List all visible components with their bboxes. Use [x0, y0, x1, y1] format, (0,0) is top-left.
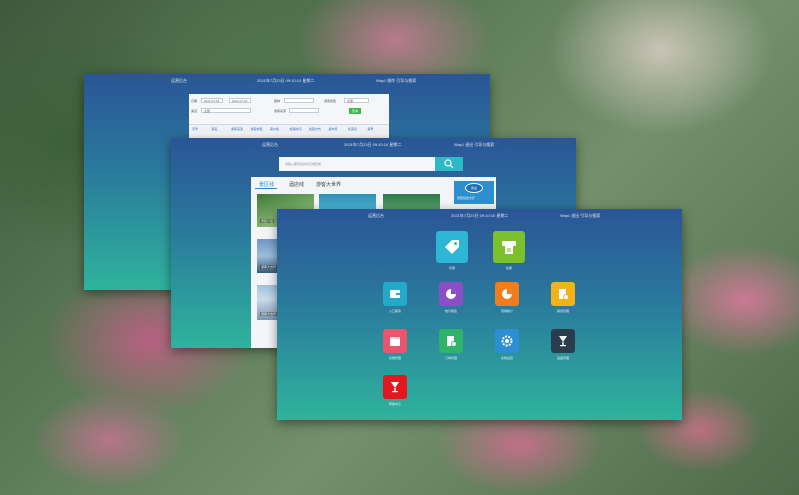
tile-label: 帮助中心	[388, 402, 401, 406]
query-form: 日期 2021-07-01 2021-07-31 票种 游客类型 全部 渠道 全…	[189, 94, 389, 140]
tile-ticket-sale[interactable]: 售票	[432, 231, 472, 270]
table-header: 序号 票名 游客来源 游客类型 票价格 检票时间 检票方式 操作员 售票员 票号	[189, 124, 389, 132]
search-input[interactable]: 请输入要查找的景点或套餐	[279, 157, 435, 171]
brand-title: 运营后台	[368, 213, 384, 218]
tile-help[interactable]: 帮助中心	[375, 375, 415, 406]
ticket-machine-icon	[493, 231, 525, 263]
cup-icon	[383, 375, 407, 399]
tile-ticket-check[interactable]: 检票	[489, 231, 529, 270]
visitor-type-label: 游客类型	[324, 99, 337, 103]
active-tab-indicator	[255, 188, 277, 189]
clock-text: 2021年7月23日 09:10:10 星期二	[451, 213, 509, 218]
tile-marketing[interactable]: 营销统计	[487, 282, 527, 313]
top-bar: 运营后台 2021年7月23日 09:10:10 星期二 Way1 退出 引导与…	[171, 138, 576, 150]
tile-orders[interactable]: 订单管理	[431, 329, 471, 360]
visitor-type-select[interactable]: 全部	[344, 98, 369, 103]
channel-select[interactable]: 全部	[201, 108, 251, 113]
column-header[interactable]: 游客类型	[251, 127, 263, 131]
welcome-badge[interactable]: 欢迎 景区综合大厅	[454, 181, 494, 204]
source-label: 游客来源	[274, 109, 287, 113]
tile-reports[interactable]: 统计报表	[431, 282, 471, 313]
brand-title: 运营后台	[171, 78, 187, 83]
tile-label: 营销统计	[500, 309, 513, 313]
tile-label: 系统设置	[500, 356, 513, 360]
user-menu[interactable]: Way1 退出 引导与搜索	[560, 213, 600, 219]
dashboard-window: 运营后台 2021年7月23日 09:10:10 星期二 Way1 退出 引导与…	[277, 209, 682, 420]
column-header[interactable]: 游客来源	[231, 127, 243, 131]
column-header[interactable]: 序号	[192, 127, 198, 131]
thumbnail-caption: 游客大世界	[260, 312, 278, 316]
search-placeholder: 请输入要查找的景点或套餐	[285, 162, 322, 166]
tag-icon	[436, 231, 468, 263]
tile-system-manage[interactable]: 系统管理	[375, 329, 415, 360]
column-header[interactable]: 票价格	[270, 127, 279, 131]
document-settings-icon	[551, 282, 575, 306]
tile-label: 设备管理	[556, 356, 569, 360]
pie-chart-icon	[495, 282, 519, 306]
thumbnail-caption: 景区介绍	[260, 219, 275, 223]
column-header[interactable]: 检票方式	[309, 127, 321, 131]
clock-text: 2021年7月23日 09:10:10 星期二	[257, 78, 315, 83]
column-header[interactable]: 售票员	[348, 127, 357, 131]
wallet-icon	[383, 282, 407, 306]
tab-world[interactable]: 游客大世界	[316, 181, 341, 188]
tile-label: 统计报表	[444, 309, 457, 313]
gear-icon	[495, 329, 519, 353]
source-input[interactable]	[289, 108, 319, 113]
brand-title: 运营后台	[262, 142, 278, 147]
tab-hotel[interactable]: 酒店线	[289, 181, 304, 188]
ticket-type-input[interactable]	[284, 98, 314, 103]
date-to-input[interactable]: 2021-07-31	[229, 98, 251, 103]
tile-settings[interactable]: 系统设置	[487, 329, 527, 360]
date-label: 日期	[191, 99, 198, 103]
tab-scenic[interactable]: 景区线	[259, 181, 274, 188]
top-bar: 运营后台 2021年7月23日 09:10:10 星期二 Way1 退出 引导与…	[277, 209, 682, 221]
tile-label: 订单管理	[444, 356, 457, 360]
user-menu[interactable]: Way1 退出 引导与搜索	[454, 142, 494, 148]
column-header[interactable]: 检票时间	[290, 127, 302, 131]
column-header[interactable]: 操作员	[329, 127, 338, 131]
cup-icon	[551, 329, 575, 353]
column-header[interactable]: 票名	[212, 127, 218, 131]
user-menu[interactable]: Way1 操作 引导与搜索	[376, 78, 416, 84]
ticket-type-label: 票种	[274, 99, 281, 103]
document-settings-icon	[439, 329, 463, 353]
tile-label: 系统管理	[388, 356, 401, 360]
tile-label: 入口票务	[388, 309, 401, 313]
tile-label: 检票	[505, 266, 512, 270]
date-from-input[interactable]: 2021-07-01	[201, 98, 223, 103]
tile-entrance[interactable]: 入口票务	[375, 282, 415, 313]
search-button[interactable]	[435, 157, 463, 171]
search-button[interactable]: 查询	[349, 108, 361, 114]
badge-text: 景区综合大厅	[457, 196, 476, 200]
thumbnail-caption: 游客大世界	[260, 265, 278, 269]
top-bar: 运营后台 2021年7月23日 09:10:10 星期二 Way1 操作 引导与…	[84, 74, 490, 86]
welcome-logo: 欢迎	[465, 183, 483, 193]
search-icon	[444, 159, 454, 169]
pie-chart-icon	[439, 282, 463, 306]
clock-text: 2021年7月23日 09:10:10 星期二	[344, 142, 402, 147]
channel-label: 渠道	[191, 109, 198, 113]
tile-label: 售票	[448, 266, 455, 270]
tile-ticket-manage[interactable]: 票务管理	[543, 282, 583, 313]
tile-devices[interactable]: 设备管理	[543, 329, 583, 360]
tile-label: 票务管理	[556, 309, 569, 313]
column-header[interactable]: 票号	[368, 127, 374, 131]
calendar-icon	[383, 329, 407, 353]
